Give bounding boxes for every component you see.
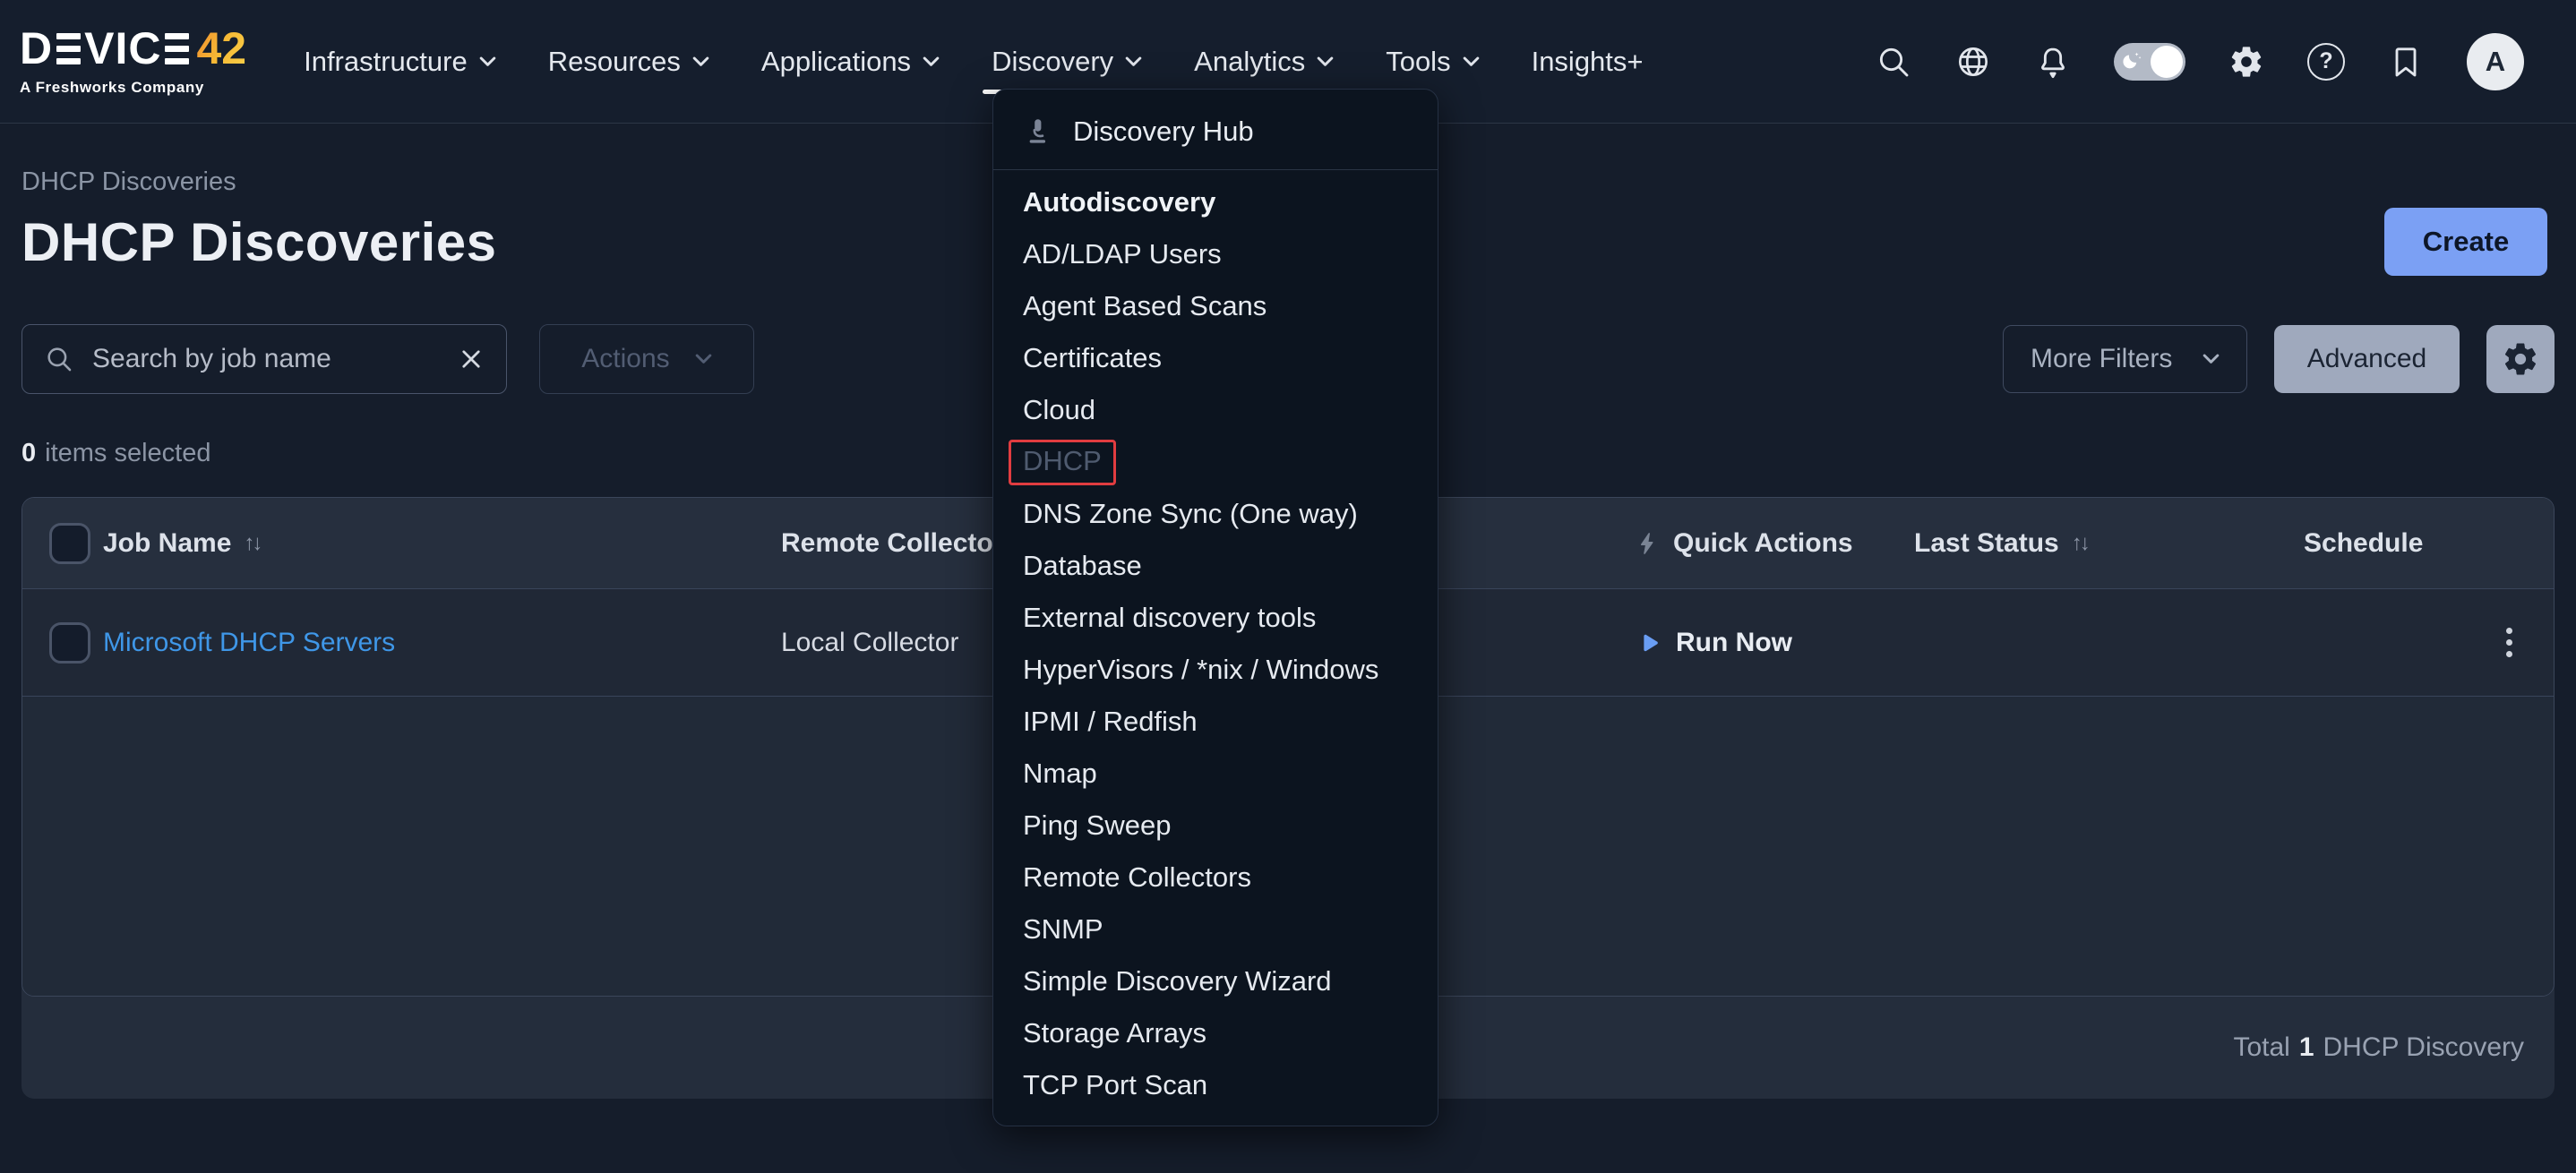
column-header-job-name[interactable]: Job Name bbox=[103, 528, 781, 559]
chevron-down-icon bbox=[692, 56, 709, 67]
menu-item-storage-arrays[interactable]: Storage Arrays bbox=[993, 1007, 1438, 1059]
menu-item-certificates[interactable]: Certificates bbox=[993, 332, 1438, 384]
kebab-icon[interactable] bbox=[2501, 622, 2518, 663]
lightning-icon bbox=[1636, 531, 1661, 556]
menu-item-dhcp[interactable]: DHCP bbox=[993, 436, 1438, 488]
globe-icon[interactable] bbox=[1954, 43, 1992, 81]
play-icon bbox=[1636, 629, 1662, 656]
menu-item-database[interactable]: Database bbox=[993, 540, 1438, 592]
toggle-knob bbox=[2151, 46, 2183, 78]
nav-item-insights[interactable]: Insights+ bbox=[1532, 46, 1644, 78]
actions-button[interactable]: Actions bbox=[539, 324, 754, 394]
app-screen: D VIC 42 A Freshworks Company Infrastruc… bbox=[0, 0, 2576, 1173]
avatar[interactable]: A bbox=[2467, 33, 2524, 90]
table-settings-button[interactable] bbox=[2486, 325, 2555, 393]
total-count: 1 bbox=[2299, 1032, 2314, 1063]
theme-toggle[interactable] bbox=[2114, 43, 2185, 81]
row-actions-cell bbox=[2304, 622, 2554, 663]
more-filters-button[interactable]: More Filters bbox=[2003, 325, 2247, 393]
help-icon[interactable] bbox=[2307, 43, 2345, 81]
menu-item-dns-zone-sync[interactable]: DNS Zone Sync (One way) bbox=[993, 488, 1438, 540]
nav-item-tools[interactable]: Tools bbox=[1386, 46, 1479, 78]
discovery-dropdown-menu: Discovery Hub Autodiscovery AD/LDAP User… bbox=[992, 89, 1438, 1126]
select-all-checkbox[interactable] bbox=[49, 523, 90, 564]
dhcp-highlight-box: DHCP bbox=[1009, 440, 1116, 485]
menu-item-external-discovery-tools[interactable]: External discovery tools bbox=[993, 592, 1438, 644]
run-now-button[interactable]: Run Now bbox=[1636, 628, 1792, 658]
menu-item-hypervisors-nix-windows[interactable]: HyperVisors / *nix / Windows bbox=[993, 644, 1438, 696]
logo-e-glyph bbox=[56, 33, 81, 64]
device42-logo[interactable]: D VIC 42 A Freshworks Company bbox=[20, 26, 246, 97]
menu-item-tcp-port-scan[interactable]: TCP Port Scan bbox=[993, 1059, 1438, 1111]
sort-icon[interactable] bbox=[2072, 531, 2088, 556]
search-icon[interactable] bbox=[1875, 43, 1912, 81]
page-title: DHCP Discoveries bbox=[21, 211, 496, 273]
column-header-quick-actions: Quick Actions bbox=[1636, 528, 1914, 559]
chevron-down-icon bbox=[923, 56, 940, 67]
chevron-down-icon bbox=[1317, 56, 1334, 67]
chevron-down-icon bbox=[479, 56, 496, 67]
chevron-down-icon bbox=[1125, 56, 1142, 67]
chevron-down-icon bbox=[1463, 56, 1480, 67]
row-checkbox[interactable] bbox=[49, 622, 90, 664]
logo-letter: VIC bbox=[84, 26, 161, 71]
advanced-button[interactable]: Advanced bbox=[2274, 325, 2460, 393]
chevron-down-icon bbox=[2202, 354, 2220, 364]
nav-item-applications[interactable]: Applications bbox=[761, 46, 940, 78]
bookmark-icon[interactable] bbox=[2387, 43, 2425, 81]
nav-links: Infrastructure Resources Applications Di… bbox=[304, 46, 1643, 78]
job-name-link[interactable]: Microsoft DHCP Servers bbox=[103, 628, 395, 658]
moon-icon bbox=[2120, 49, 2144, 73]
microscope-icon bbox=[1023, 116, 1055, 148]
search-icon bbox=[44, 344, 74, 374]
menu-item-nmap[interactable]: Nmap bbox=[993, 748, 1438, 800]
logo-e-glyph bbox=[165, 33, 189, 64]
clear-icon[interactable] bbox=[458, 346, 485, 372]
nav-icon-group: A bbox=[1875, 33, 2524, 90]
gear-icon bbox=[2502, 340, 2539, 378]
menu-divider bbox=[993, 169, 1438, 170]
menu-item-ad-ldap-users[interactable]: AD/LDAP Users bbox=[993, 228, 1438, 280]
breadcrumb[interactable]: DHCP Discoveries bbox=[21, 167, 236, 197]
menu-item-snmp[interactable]: SNMP bbox=[993, 903, 1438, 955]
column-header-last-status[interactable]: Last Status bbox=[1914, 528, 2304, 559]
menu-section-autodiscovery: Autodiscovery bbox=[993, 176, 1438, 228]
logo-wordmark: D VIC 42 bbox=[20, 26, 246, 71]
menu-item-simple-discovery-wizard[interactable]: Simple Discovery Wizard bbox=[993, 955, 1438, 1007]
settings-icon[interactable] bbox=[2228, 43, 2265, 81]
chevron-down-icon bbox=[695, 354, 712, 364]
search-input[interactable] bbox=[92, 344, 440, 374]
menu-item-remote-collectors[interactable]: Remote Collectors bbox=[993, 852, 1438, 903]
notifications-icon[interactable] bbox=[2034, 43, 2072, 81]
logo-tagline: A Freshworks Company bbox=[20, 79, 246, 97]
menu-item-ipmi-redfish[interactable]: IPMI / Redfish bbox=[993, 696, 1438, 748]
selection-count: 0 bbox=[21, 439, 36, 467]
menu-item-discovery-hub[interactable]: Discovery Hub bbox=[993, 100, 1438, 163]
sort-icon[interactable] bbox=[244, 531, 260, 556]
menu-item-ping-sweep[interactable]: Ping Sweep bbox=[993, 800, 1438, 852]
menu-item-agent-based-scans[interactable]: Agent Based Scans bbox=[993, 280, 1438, 332]
toolbar-right: More Filters Advanced bbox=[2003, 325, 2555, 393]
column-header-schedule: Schedule bbox=[2304, 528, 2554, 559]
nav-item-analytics[interactable]: Analytics bbox=[1194, 46, 1334, 78]
logo-letter: D bbox=[20, 26, 53, 71]
nav-item-infrastructure[interactable]: Infrastructure bbox=[304, 46, 496, 78]
logo-42: 42 bbox=[196, 26, 246, 71]
row-checkbox-cell bbox=[22, 622, 103, 664]
nav-item-resources[interactable]: Resources bbox=[548, 46, 709, 78]
nav-item-discovery[interactable]: Discovery bbox=[992, 46, 1142, 78]
search-box bbox=[21, 324, 507, 394]
header-checkbox-cell bbox=[22, 523, 103, 564]
menu-item-cloud[interactable]: Cloud bbox=[993, 384, 1438, 436]
create-button[interactable]: Create bbox=[2384, 208, 2547, 276]
